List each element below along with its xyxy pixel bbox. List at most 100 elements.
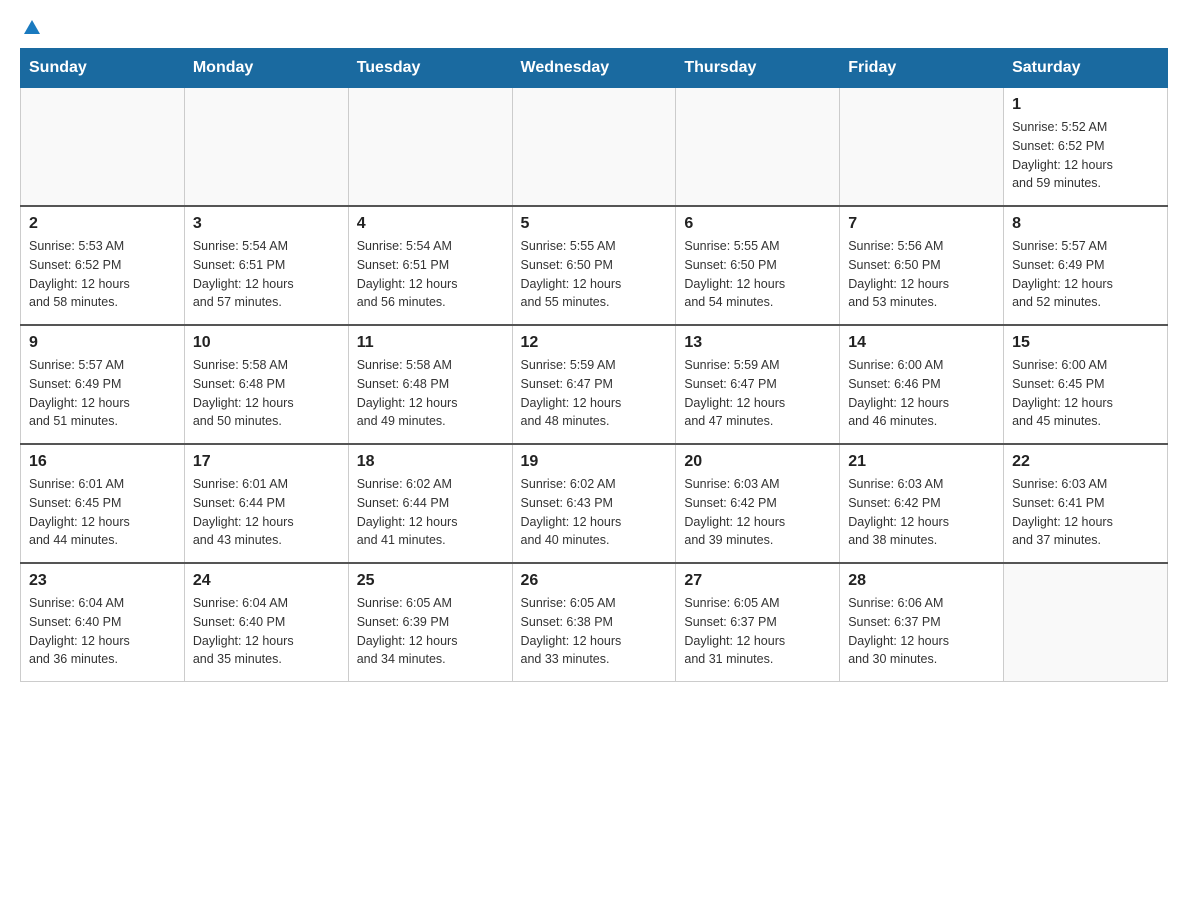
calendar-cell: 24 Sunrise: 6:04 AMSunset: 6:40 PMDayligh… (184, 563, 348, 682)
calendar-cell: 4 Sunrise: 5:54 AMSunset: 6:51 PMDaylight… (348, 206, 512, 325)
day-info: Sunrise: 6:05 AMSunset: 6:37 PMDaylight:… (684, 594, 831, 669)
col-saturday: Saturday (1004, 49, 1168, 88)
calendar-cell: 27 Sunrise: 6:05 AMSunset: 6:37 PMDayligh… (676, 563, 840, 682)
calendar-cell: 28 Sunrise: 6:06 AMSunset: 6:37 PMDayligh… (840, 563, 1004, 682)
day-number: 18 (357, 453, 504, 471)
day-info: Sunrise: 6:03 AMSunset: 6:42 PMDaylight:… (684, 475, 831, 550)
calendar-header: Sunday Monday Tuesday Wednesday Thursday… (21, 49, 1168, 88)
col-sunday: Sunday (21, 49, 185, 88)
day-info: Sunrise: 6:03 AMSunset: 6:41 PMDaylight:… (1012, 475, 1159, 550)
day-number: 8 (1012, 215, 1159, 233)
days-of-week-row: Sunday Monday Tuesday Wednesday Thursday… (21, 49, 1168, 88)
calendar-week-row: 2 Sunrise: 5:53 AMSunset: 6:52 PMDaylight… (21, 206, 1168, 325)
calendar-cell: 17Sunrise: 6:01 AMSunset: 6:44 PMDayligh… (184, 444, 348, 563)
day-number: 22 (1012, 453, 1159, 471)
day-number: 14 (848, 334, 995, 352)
day-number: 19 (521, 453, 668, 471)
day-number: 15 (1012, 334, 1159, 352)
day-number: 6 (684, 215, 831, 233)
day-info: Sunrise: 5:55 AMSunset: 6:50 PMDaylight:… (684, 237, 831, 312)
logo (20, 20, 42, 38)
calendar-cell: 23 Sunrise: 6:04 AMSunset: 6:40 PMDayligh… (21, 563, 185, 682)
calendar-cell: 20 Sunrise: 6:03 AMSunset: 6:42 PMDayligh… (676, 444, 840, 563)
calendar-cell: 22 Sunrise: 6:03 AMSunset: 6:41 PMDayligh… (1004, 444, 1168, 563)
day-info: Sunrise: 6:00 AMSunset: 6:45 PMDaylight:… (1012, 356, 1159, 431)
day-info: Sunrise: 6:04 AMSunset: 6:40 PMDaylight:… (193, 594, 340, 669)
calendar-cell: 5 Sunrise: 5:55 AMSunset: 6:50 PMDaylight… (512, 206, 676, 325)
calendar-cell: 10 Sunrise: 5:58 AMSunset: 6:48 PMDayligh… (184, 325, 348, 444)
calendar-cell: 8 Sunrise: 5:57 AMSunset: 6:49 PMDaylight… (1004, 206, 1168, 325)
day-info: Sunrise: 5:58 AMSunset: 6:48 PMDaylight:… (357, 356, 504, 431)
day-info: Sunrise: 6:05 AMSunset: 6:39 PMDaylight:… (357, 594, 504, 669)
calendar-cell (840, 88, 1004, 207)
day-info: Sunrise: 6:01 AMSunset: 6:45 PMDaylight:… (29, 475, 176, 550)
day-info: Sunrise: 6:03 AMSunset: 6:42 PMDaylight:… (848, 475, 995, 550)
calendar-cell: 26 Sunrise: 6:05 AMSunset: 6:38 PMDayligh… (512, 563, 676, 682)
day-number: 20 (684, 453, 831, 471)
day-number: 25 (357, 572, 504, 590)
day-number: 11 (357, 334, 504, 352)
day-info: Sunrise: 5:57 AMSunset: 6:49 PMDaylight:… (1012, 237, 1159, 312)
day-number: 7 (848, 215, 995, 233)
day-number: 26 (521, 572, 668, 590)
calendar-cell (676, 88, 840, 207)
day-number: 21 (848, 453, 995, 471)
col-thursday: Thursday (676, 49, 840, 88)
calendar-cell: 21 Sunrise: 6:03 AMSunset: 6:42 PMDayligh… (840, 444, 1004, 563)
calendar-cell: 12 Sunrise: 5:59 AMSunset: 6:47 PMDayligh… (512, 325, 676, 444)
day-info: Sunrise: 6:00 AMSunset: 6:46 PMDaylight:… (848, 356, 995, 431)
day-number: 23 (29, 572, 176, 590)
calendar-cell: 2 Sunrise: 5:53 AMSunset: 6:52 PMDaylight… (21, 206, 185, 325)
calendar-week-row: 16Sunrise: 6:01 AMSunset: 6:45 PMDayligh… (21, 444, 1168, 563)
day-info: Sunrise: 6:01 AMSunset: 6:44 PMDaylight:… (193, 475, 340, 550)
col-friday: Friday (840, 49, 1004, 88)
calendar-cell: 19Sunrise: 6:02 AMSunset: 6:43 PMDayligh… (512, 444, 676, 563)
day-number: 24 (193, 572, 340, 590)
calendar-cell: 13 Sunrise: 5:59 AMSunset: 6:47 PMDayligh… (676, 325, 840, 444)
calendar-cell: 1 Sunrise: 5:52 AMSunset: 6:52 PMDaylight… (1004, 88, 1168, 207)
calendar-week-row: 1 Sunrise: 5:52 AMSunset: 6:52 PMDaylight… (21, 88, 1168, 207)
day-info: Sunrise: 5:55 AMSunset: 6:50 PMDaylight:… (521, 237, 668, 312)
day-info: Sunrise: 5:52 AMSunset: 6:52 PMDaylight:… (1012, 118, 1159, 193)
day-info: Sunrise: 5:54 AMSunset: 6:51 PMDaylight:… (357, 237, 504, 312)
calendar-cell: 3Sunrise: 5:54 AMSunset: 6:51 PMDaylight… (184, 206, 348, 325)
day-number: 1 (1012, 96, 1159, 114)
day-info: Sunrise: 6:06 AMSunset: 6:37 PMDaylight:… (848, 594, 995, 669)
calendar-table: Sunday Monday Tuesday Wednesday Thursday… (20, 48, 1168, 682)
day-info: Sunrise: 6:05 AMSunset: 6:38 PMDaylight:… (521, 594, 668, 669)
day-info: Sunrise: 5:54 AMSunset: 6:51 PMDaylight:… (193, 237, 340, 312)
calendar-cell: 18 Sunrise: 6:02 AMSunset: 6:44 PMDayligh… (348, 444, 512, 563)
day-info: Sunrise: 5:59 AMSunset: 6:47 PMDaylight:… (521, 356, 668, 431)
day-info: Sunrise: 6:02 AMSunset: 6:44 PMDaylight:… (357, 475, 504, 550)
day-number: 4 (357, 215, 504, 233)
logo-triangle-icon (22, 18, 42, 38)
day-info: Sunrise: 5:56 AMSunset: 6:50 PMDaylight:… (848, 237, 995, 312)
day-info: Sunrise: 5:58 AMSunset: 6:48 PMDaylight:… (193, 356, 340, 431)
day-info: Sunrise: 5:53 AMSunset: 6:52 PMDaylight:… (29, 237, 176, 312)
calendar-week-row: 9 Sunrise: 5:57 AMSunset: 6:49 PMDaylight… (21, 325, 1168, 444)
day-number: 10 (193, 334, 340, 352)
day-number: 5 (521, 215, 668, 233)
day-info: Sunrise: 5:57 AMSunset: 6:49 PMDaylight:… (29, 356, 176, 431)
calendar-cell: 16Sunrise: 6:01 AMSunset: 6:45 PMDayligh… (21, 444, 185, 563)
day-info: Sunrise: 6:04 AMSunset: 6:40 PMDaylight:… (29, 594, 176, 669)
calendar-cell: 6 Sunrise: 5:55 AMSunset: 6:50 PMDaylight… (676, 206, 840, 325)
day-number: 9 (29, 334, 176, 352)
calendar-cell (348, 88, 512, 207)
day-number: 27 (684, 572, 831, 590)
calendar-week-row: 23 Sunrise: 6:04 AMSunset: 6:40 PMDayligh… (21, 563, 1168, 682)
col-wednesday: Wednesday (512, 49, 676, 88)
calendar-cell: 25 Sunrise: 6:05 AMSunset: 6:39 PMDayligh… (348, 563, 512, 682)
day-number: 12 (521, 334, 668, 352)
day-number: 13 (684, 334, 831, 352)
logo-mark (20, 20, 42, 38)
day-number: 28 (848, 572, 995, 590)
calendar-cell (1004, 563, 1168, 682)
col-tuesday: Tuesday (348, 49, 512, 88)
calendar-cell: 14 Sunrise: 6:00 AMSunset: 6:46 PMDayligh… (840, 325, 1004, 444)
calendar-cell (21, 88, 185, 207)
calendar-cell: 7 Sunrise: 5:56 AMSunset: 6:50 PMDaylight… (840, 206, 1004, 325)
calendar-cell (512, 88, 676, 207)
day-number: 2 (29, 215, 176, 233)
day-info: Sunrise: 5:59 AMSunset: 6:47 PMDaylight:… (684, 356, 831, 431)
